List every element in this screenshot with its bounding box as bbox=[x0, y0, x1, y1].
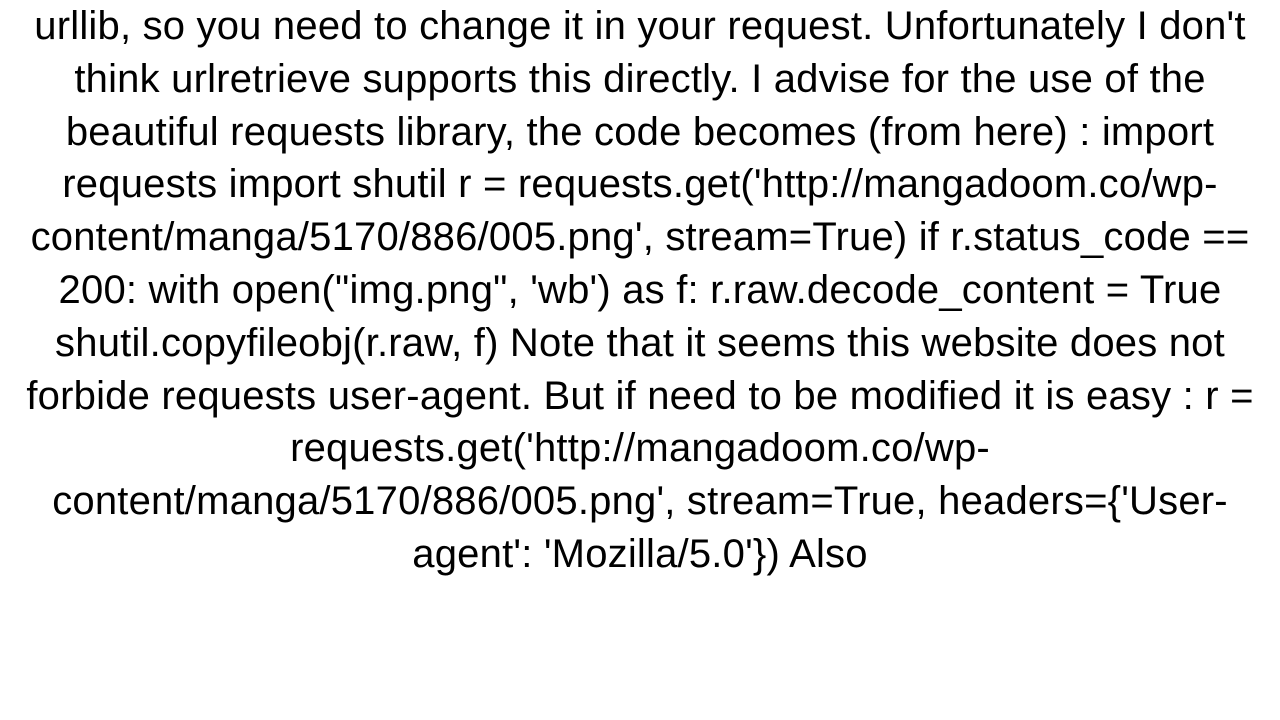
answer-body-text: urllib, so you need to change it in your… bbox=[18, 0, 1262, 581]
content-wrapper: urllib, so you need to change it in your… bbox=[0, 0, 1280, 720]
